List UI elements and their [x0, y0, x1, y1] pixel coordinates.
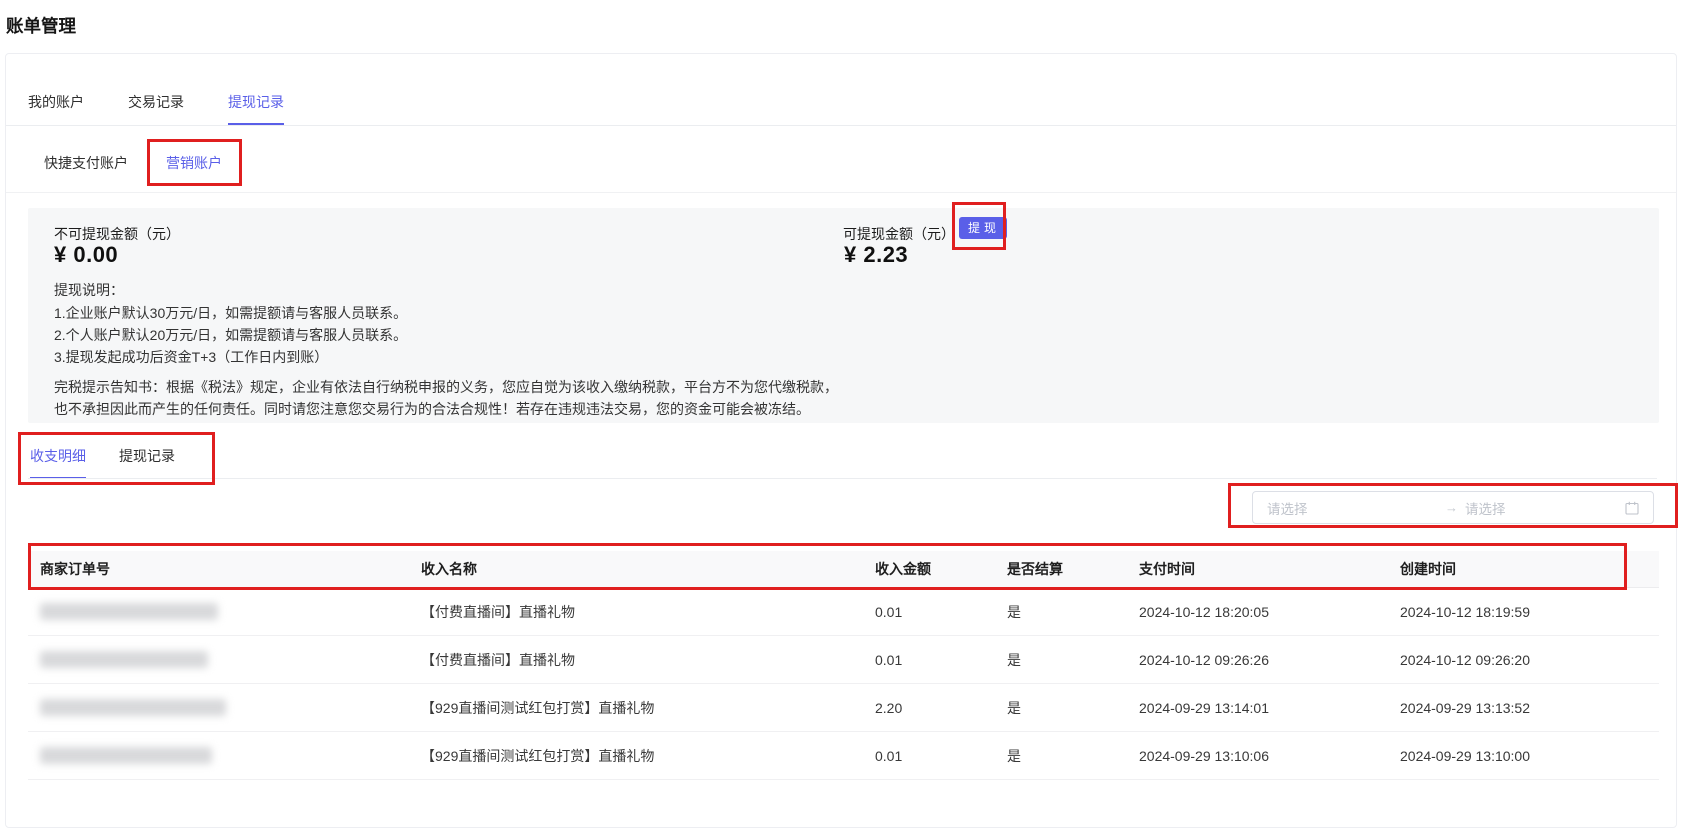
sub-tab-营销账户[interactable]: 营销账户	[166, 156, 222, 186]
cell-create_time: 2024-09-29 13:13:52	[1388, 700, 1659, 716]
cell-order_no	[28, 603, 409, 620]
available-amount-value: ¥ 2.23	[844, 242, 908, 268]
cell-settled: 是	[995, 698, 1127, 718]
cell-settled: 是	[995, 746, 1127, 766]
cell-settled: 是	[995, 650, 1127, 670]
redacted-order-number	[40, 747, 212, 764]
cell-settled: 是	[995, 602, 1127, 622]
detail-tab-收支明细[interactable]: 收支明细	[30, 449, 86, 479]
date-range-picker[interactable]: 请选择 → 请选择	[1252, 491, 1654, 524]
tax-notice-line-1: 完税提示告知书：根据《税法》规定，企业有依法自行纳税申报的义务，您应自觉为该收入…	[54, 376, 838, 398]
cell-create_time: 2024-09-29 13:10:00	[1388, 748, 1659, 764]
tax-notice-line-2: 也不承担因此而产生的任何责任。同时请您注意您交易行为的合法合规性！若存在违规违法…	[54, 398, 838, 420]
cell-pay_time: 2024-10-12 09:26:26	[1127, 652, 1388, 668]
table-row: 【929直播间测试红包打赏】直播礼物0.01是2024-09-29 13:10:…	[28, 732, 1659, 780]
calendar-icon	[1625, 501, 1639, 515]
cell-pay_time: 2024-09-29 13:10:06	[1127, 748, 1388, 764]
withdraw-summary-panel: 不可提现金额（元） ¥ 0.00 可提现金额（元） 提现 ¥ 2.23 提现说明…	[28, 208, 1659, 423]
content-card: 我的账户交易记录提现记录 快捷支付账户营销账户 不可提现金额（元） ¥ 0.00…	[5, 53, 1677, 828]
cell-create_time: 2024-10-12 09:26:20	[1388, 652, 1659, 668]
table-row: 【929直播间测试红包打赏】直播礼物2.20是2024-09-29 13:14:…	[28, 684, 1659, 732]
column-header-支付时间: 支付时间	[1127, 559, 1388, 579]
withdraw-note-line-2: 2.个人账户默认20万元/日，如需提额请与客服人员联系。	[54, 324, 407, 346]
cell-order_no	[28, 699, 409, 716]
cell-income_name: 【付费直播间】直播礼物	[409, 602, 863, 622]
cell-income_name: 【付费直播间】直播礼物	[409, 650, 863, 670]
column-header-收入名称: 收入名称	[409, 559, 863, 579]
withdraw-notes: 1.企业账户默认30万元/日，如需提额请与客服人员联系。2.个人账户默认20万元…	[54, 302, 407, 368]
tab-我的账户[interactable]: 我的账户	[28, 95, 84, 125]
cell-pay_time: 2024-10-12 18:20:05	[1127, 604, 1388, 620]
cell-amount: 2.20	[863, 700, 995, 716]
column-header-创建时间: 创建时间	[1388, 559, 1659, 579]
main-tab-divider	[6, 125, 1676, 126]
cell-income_name: 【929直播间测试红包打赏】直播礼物	[409, 746, 863, 766]
date-range-arrow-icon: →	[1445, 500, 1457, 515]
withdraw-note-line-1: 1.企业账户默认30万元/日，如需提额请与客服人员联系。	[54, 302, 407, 324]
column-header-收入金额: 收入金额	[863, 559, 995, 579]
unavailable-amount-label: 不可提现金额（元）	[54, 224, 180, 244]
redacted-order-number	[40, 699, 226, 716]
main-tab-bar: 我的账户 交易记录 提现记录	[28, 95, 284, 125]
tax-notice: 完税提示告知书：根据《税法》规定，企业有依法自行纳税申报的义务，您应自觉为该收入…	[54, 376, 838, 420]
tab-提现记录[interactable]: 提现记录	[228, 95, 284, 125]
column-header-商家订单号: 商家订单号	[28, 559, 409, 579]
detail-tab-divider	[28, 478, 1657, 479]
table-row: 【付费直播间】直播礼物0.01是2024-10-12 18:20:052024-…	[28, 588, 1659, 636]
redacted-order-number	[40, 651, 208, 668]
withdraw-button[interactable]: 提现	[959, 217, 1007, 239]
cell-order_no	[28, 747, 409, 764]
table-row: 【付费直播间】直播礼物0.01是2024-10-12 09:26:262024-…	[28, 636, 1659, 684]
detail-tab-bar: 收支明细 提现记录	[30, 449, 175, 479]
cell-amount: 0.01	[863, 652, 995, 668]
page-title: 账单管理	[6, 13, 76, 38]
income-table: 商家订单号收入名称收入金额是否结算支付时间创建时间 【付费直播间】直播礼物0.0…	[28, 551, 1659, 780]
tab-交易记录[interactable]: 交易记录	[128, 95, 184, 125]
withdraw-note-line-3: 3.提现发起成功后资金T+3（工作日内到账）	[54, 346, 407, 368]
withdraw-notes-title: 提现说明：	[54, 280, 124, 300]
cell-income_name: 【929直播间测试红包打赏】直播礼物	[409, 698, 863, 718]
date-end-input[interactable]: 请选择	[1465, 498, 1625, 518]
cell-pay_time: 2024-09-29 13:14:01	[1127, 700, 1388, 716]
redacted-order-number	[40, 603, 218, 620]
detail-tab-提现记录[interactable]: 提现记录	[119, 449, 175, 479]
cell-amount: 0.01	[863, 604, 995, 620]
account-sub-tab-bar: 快捷支付账户 营销账户	[44, 156, 222, 186]
date-start-input[interactable]: 请选择	[1267, 498, 1445, 518]
unavailable-amount-value: ¥ 0.00	[54, 242, 118, 268]
table-header-row: 商家订单号收入名称收入金额是否结算支付时间创建时间	[28, 551, 1659, 588]
sub-tab-快捷支付账户[interactable]: 快捷支付账户	[44, 156, 128, 186]
sub-tab-divider	[6, 192, 1676, 193]
table-body: 【付费直播间】直播礼物0.01是2024-10-12 18:20:052024-…	[28, 588, 1659, 780]
available-amount-label: 可提现金额（元）	[843, 224, 955, 244]
cell-create_time: 2024-10-12 18:19:59	[1388, 604, 1659, 620]
cell-amount: 0.01	[863, 748, 995, 764]
column-header-是否结算: 是否结算	[995, 559, 1127, 579]
cell-order_no	[28, 651, 409, 668]
